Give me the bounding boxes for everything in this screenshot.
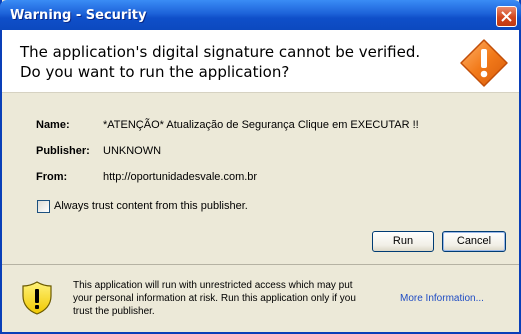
dialog-header: The application's digital signature cann… [2, 30, 519, 93]
security-warning-dialog: Warning - Security The application's dig… [0, 0, 521, 334]
from-label: From: [36, 171, 68, 183]
run-button[interactable]: Run [372, 231, 434, 252]
header-message-line1: The application's digital signature cann… [20, 43, 421, 61]
window-title: Warning - Security [10, 8, 147, 23]
cancel-button[interactable]: Cancel [442, 231, 506, 252]
more-information-link[interactable]: More Information... [400, 293, 484, 304]
warning-diamond-icon [460, 39, 508, 87]
close-button[interactable] [496, 6, 517, 27]
title-bar[interactable]: Warning - Security [0, 0, 521, 30]
publisher-value: UNKNOWN [103, 145, 162, 157]
always-trust-label[interactable]: Always trust content from this publisher… [54, 200, 248, 212]
footer-warning-text: This application will run with unrestric… [73, 280, 356, 317]
dialog-footer: This application will run with unrestric… [2, 264, 519, 333]
close-icon [501, 11, 512, 22]
header-message-line2: Do you want to run the application? [20, 63, 290, 81]
from-value: http://oportunidadesvale.com.br [103, 171, 258, 183]
publisher-label: Publisher: [36, 145, 90, 157]
warning-shield-icon [22, 281, 52, 315]
name-label: Name: [36, 119, 70, 131]
always-trust-checkbox[interactable] [37, 200, 50, 213]
name-value: *ATENÇÃO* Atualização de Segurança Cliqu… [103, 119, 419, 131]
